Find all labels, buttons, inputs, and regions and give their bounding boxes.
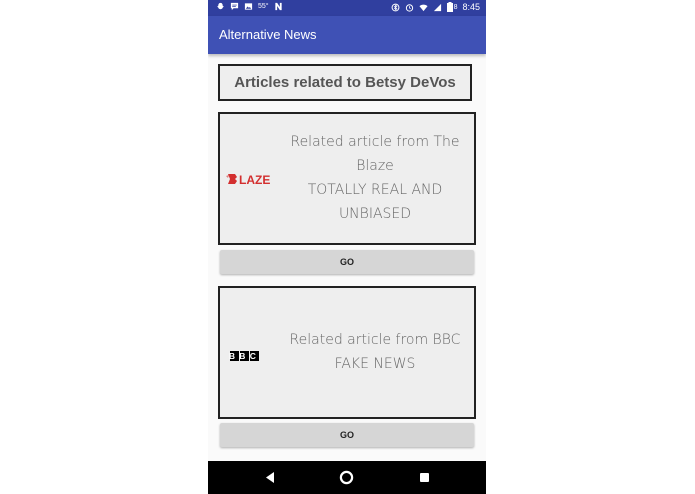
battery-indicator: 8 (446, 2, 458, 12)
bbc-logo-text: BBC (229, 351, 260, 361)
go-button-blaze[interactable]: GO (220, 250, 474, 274)
bluetooth-icon (391, 3, 399, 11)
article-source-line: Related article from The Blaze (290, 134, 460, 174)
message-icon (230, 2, 239, 11)
app-bar: Alternative News (208, 16, 486, 54)
articles-header-text: Articles related to Betsy DeVos (234, 74, 456, 91)
phone-screen: 55° 8 8:45 Alternative News Articles rel… (208, 0, 486, 494)
recents-icon[interactable] (420, 473, 429, 482)
bbc-logo-icon: BBC (229, 351, 260, 361)
the-blaze-logo: LAZE (226, 171, 276, 191)
article-text: Related article from BBC FAKE NEWS (282, 328, 468, 376)
image-icon (244, 3, 253, 10)
temperature-text: 55° (258, 3, 269, 10)
battery-icon (446, 2, 453, 12)
article-tagline: FAKE NEWS (334, 356, 416, 372)
article-tagline: TOTALLY REAL AND UNBIASED (307, 182, 443, 222)
wifi-icon (419, 4, 428, 11)
snapchat-icon (217, 2, 224, 10)
the-blaze-logo-text: LAZE (239, 173, 270, 187)
navigation-bar (208, 461, 486, 494)
back-icon[interactable] (264, 471, 276, 484)
status-bar: 55° 8 8:45 (208, 0, 486, 16)
articles-header: Articles related to Betsy DeVos (218, 64, 472, 101)
n-icon (274, 2, 282, 11)
status-bar-right: 8 8:45 (391, 2, 480, 12)
go-button-bbc[interactable]: GO (220, 423, 474, 447)
signal-icon (433, 3, 441, 11)
home-icon[interactable] (339, 470, 354, 485)
the-blaze-logo-icon: LAZE (226, 173, 270, 187)
app-title: Alternative News (219, 27, 317, 42)
article-card-bbc[interactable]: BBC Related article from BBC FAKE NEWS (218, 286, 476, 419)
article-source-line: Related article from BBC (289, 332, 461, 348)
article-text: Related article from The Blaze TOTALLY R… (282, 130, 468, 226)
status-bar-left: 55° (216, 2, 283, 11)
bbc-logo: BBC (226, 347, 262, 366)
article-card-blaze[interactable]: LAZE Related article from The Blaze TOTA… (218, 112, 476, 245)
battery-level-text: 8 (453, 3, 458, 11)
alarm-icon (405, 3, 413, 12)
clock-text: 8:45 (462, 2, 480, 12)
